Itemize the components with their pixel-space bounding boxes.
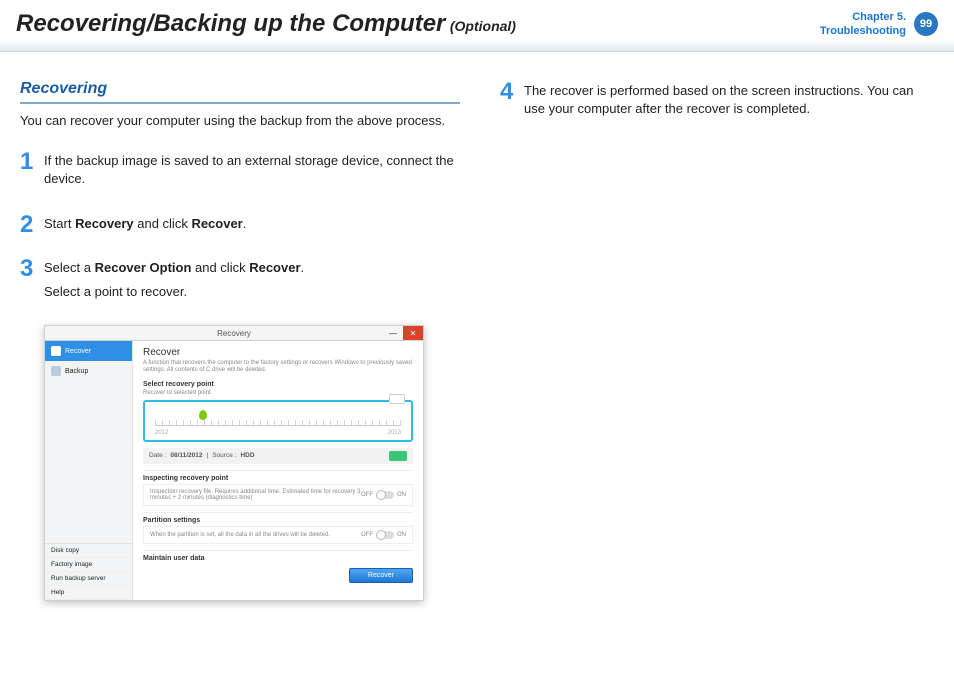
text-recover-to: Recover to selected point. xyxy=(143,390,413,396)
sidebar-bottom-group: Disk copy Factory image Run backup serve… xyxy=(45,543,132,600)
chapter-line1: Chapter 5. xyxy=(820,10,906,24)
meta-date-label: Date : xyxy=(149,452,166,459)
timeline-pin-icon[interactable] xyxy=(199,410,207,420)
recovery-main-panel: Recover A function that recovers the com… xyxy=(133,341,423,600)
step-2-text: Start Recovery and click Recover. xyxy=(44,215,246,233)
page-number-badge: 99 xyxy=(914,12,938,36)
recover-icon xyxy=(51,346,61,356)
sidebar-item-factory[interactable]: Factory image xyxy=(45,558,132,572)
recovery-window-title: Recovery xyxy=(217,329,251,338)
timeline-box[interactable]: 2012 2013 xyxy=(143,400,413,442)
step-1-number: 1 xyxy=(20,150,44,194)
recovery-main-sub: A function that recovers the computer to… xyxy=(143,360,413,374)
drive-button[interactable] xyxy=(389,451,407,461)
sidebar-item-help[interactable]: Help xyxy=(45,586,132,600)
step-1-body: If the backup image is saved to an exter… xyxy=(44,150,460,194)
label-maintain: Maintain user data xyxy=(143,550,413,562)
chapter-text: Chapter 5. Troubleshooting xyxy=(820,10,906,39)
inspect-toggle[interactable]: OFF ON xyxy=(361,491,406,499)
recovery-main-heading: Recover xyxy=(143,347,413,358)
step-1: 1 If the backup image is saved to an ext… xyxy=(20,150,460,194)
page-title-optional: (Optional) xyxy=(450,18,516,34)
chapter-block: Chapter 5. Troubleshooting 99 xyxy=(820,10,938,39)
sidebar-item-recover[interactable]: Recover xyxy=(45,341,132,361)
step-3-number: 3 xyxy=(20,257,44,307)
step-3-text-a: Select a Recover Option and click Recove… xyxy=(44,259,304,277)
sidebar-item-runserver[interactable]: Run backup server xyxy=(45,572,132,586)
meta-date-value: 08/11/2012 xyxy=(170,452,202,459)
label-inspect: Inspecting recovery point xyxy=(143,470,413,482)
label-select-point: Select recovery point xyxy=(143,381,413,388)
recovery-body: Recover Backup Disk copy Factory image R… xyxy=(44,341,424,601)
step-4-number: 4 xyxy=(500,80,524,124)
window-controls: — ✕ xyxy=(383,326,423,340)
recovery-sidebar: Recover Backup Disk copy Factory image R… xyxy=(45,341,133,600)
left-column: Recovering You can recover your computer… xyxy=(20,80,460,601)
recovery-footer: Recover xyxy=(143,564,413,583)
minimize-button[interactable]: — xyxy=(383,326,403,340)
step-4: 4 The recover is performed based on the … xyxy=(500,80,934,124)
backup-icon xyxy=(51,366,61,376)
partition-toggle[interactable]: OFF ON xyxy=(361,531,406,539)
page-header: Recovering/Backing up the Computer (Opti… xyxy=(0,0,954,52)
step-1-text: If the backup image is saved to an exter… xyxy=(44,152,460,188)
refresh-icon[interactable] xyxy=(389,394,405,404)
timeline-track[interactable] xyxy=(155,420,401,426)
step-2-body: Start Recovery and click Recover. xyxy=(44,213,246,239)
timeline-year-b: 2013 xyxy=(388,430,401,436)
timeline-year-a: 2012 xyxy=(155,430,168,436)
step-2-number: 2 xyxy=(20,213,44,239)
meta-source-value: HDD xyxy=(240,452,254,459)
chapter-line2: Troubleshooting xyxy=(820,24,906,38)
page-title-main: Recovering/Backing up the Computer xyxy=(16,10,445,37)
label-partition: Partition settings xyxy=(143,512,413,524)
sidebar-item-backup[interactable]: Backup xyxy=(45,361,132,381)
step-4-body: The recover is performed based on the sc… xyxy=(524,80,934,124)
inspect-text: Inspection recovery file. Requires addit… xyxy=(150,489,361,501)
partition-row: When the partition is set, all the data … xyxy=(143,526,413,544)
step-3-text-b: Select a point to recover. xyxy=(44,283,304,301)
right-column: 4 The recover is performed based on the … xyxy=(500,80,934,601)
timeline-years: 2012 2013 xyxy=(155,430,401,436)
partition-text: When the partition is set, all the data … xyxy=(150,532,330,538)
step-3: 3 Select a Recover Option and click Reco… xyxy=(20,257,460,307)
content-columns: Recovering You can recover your computer… xyxy=(0,52,954,601)
inspect-row: Inspection recovery file. Requires addit… xyxy=(143,484,413,506)
step-4-text: The recover is performed based on the sc… xyxy=(524,82,934,118)
section-heading: Recovering xyxy=(20,80,460,104)
meta-source-label: Source : xyxy=(212,452,236,459)
section-intro: You can recover your computer using the … xyxy=(20,112,460,130)
close-button[interactable]: ✕ xyxy=(403,326,423,340)
recovery-window: Recovery — ✕ Recover Backup Disk copy Fa… xyxy=(44,325,424,601)
sidebar-item-diskcopy[interactable]: Disk copy xyxy=(45,544,132,558)
recovery-titlebar: Recovery — ✕ xyxy=(44,325,424,341)
step-2: 2 Start Recovery and click Recover. xyxy=(20,213,460,239)
toggle-switch-icon[interactable] xyxy=(376,491,394,499)
toggle-switch-icon[interactable] xyxy=(376,531,394,539)
recover-button[interactable]: Recover xyxy=(349,568,413,583)
step-3-body: Select a Recover Option and click Recove… xyxy=(44,257,304,307)
meta-row: Date : 08/11/2012 | Source : HDD xyxy=(143,448,413,464)
